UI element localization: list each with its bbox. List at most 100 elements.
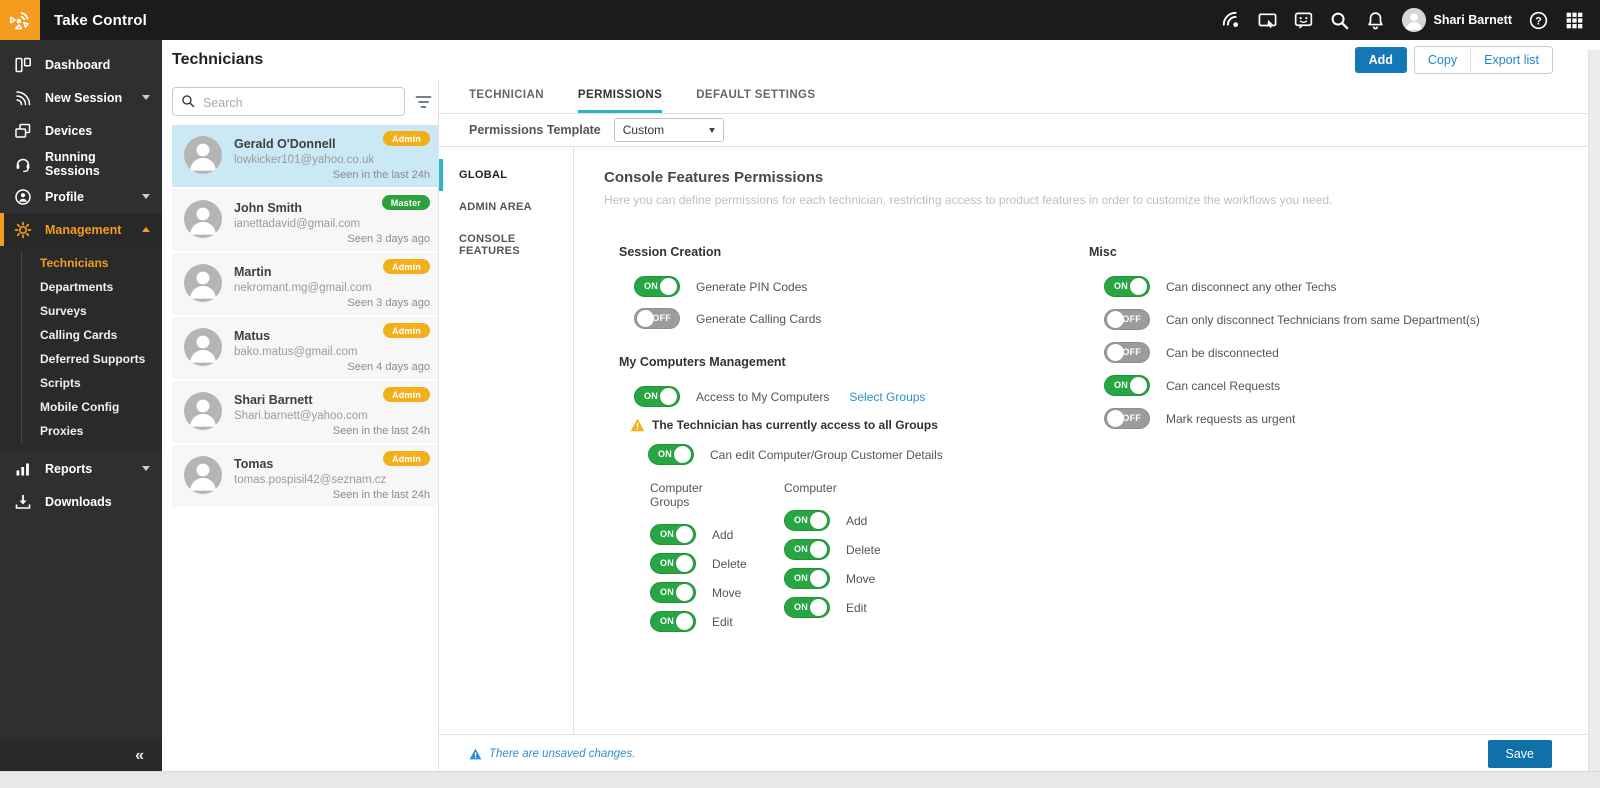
avatar	[184, 264, 222, 302]
sidebar-subitem[interactable]: Deferred Supports	[22, 347, 162, 371]
remote-screen-icon[interactable]	[1258, 11, 1277, 30]
session-creation-title: Session Creation	[619, 245, 722, 259]
toggle-switch[interactable]: ON	[784, 597, 830, 618]
sidebar-subitem[interactable]: Proxies	[22, 419, 162, 443]
sidebar-subitem[interactable]: Calling Cards	[22, 323, 162, 347]
sidebar-subitem[interactable]: Scripts	[22, 371, 162, 395]
app-title: Take Control	[54, 11, 147, 29]
toggle-switch[interactable]: ON	[784, 539, 830, 560]
feedback-icon[interactable]	[1294, 11, 1313, 30]
toggle-label: Add	[712, 527, 734, 542]
permissions-template-select[interactable]: Custom	[613, 118, 724, 142]
bottom-strip	[0, 771, 1600, 788]
tab[interactable]: TECHNICIAN	[469, 80, 544, 113]
toggle-switch[interactable]: OFF	[1104, 309, 1150, 330]
toggle-switch[interactable]: ON	[650, 582, 696, 603]
notifications-icon[interactable]	[1366, 11, 1385, 30]
toggle-switch[interactable]: ON	[634, 386, 680, 407]
sidebar-item-profile[interactable]: Profile	[0, 180, 162, 213]
toggle-switch[interactable]: OFF	[634, 308, 680, 329]
subnav-item[interactable]: CONSOLE FEATURES	[439, 223, 573, 267]
technician-email: bako.matus@gmail.com	[234, 346, 358, 358]
sidebar-subitem[interactable]: Mobile Config	[22, 395, 162, 419]
role-badge: Admin	[383, 387, 430, 402]
sidebar-subitem[interactable]: Technicians	[22, 251, 162, 275]
select-groups-link[interactable]: Select Groups	[849, 390, 925, 404]
role-badge: Admin	[383, 323, 430, 338]
technician-list-item[interactable]: Master John Smith ianettadavid@gmail.com…	[172, 189, 438, 251]
app-logo[interactable]	[0, 0, 40, 40]
last-seen: Seen 4 days ago	[347, 361, 430, 373]
technicians-list-panel: Admin Gerald O'Donnell lowkicker101@yaho…	[162, 80, 438, 772]
new-session-icon	[14, 89, 32, 107]
search-icon[interactable]	[1330, 11, 1349, 30]
technician-list-item[interactable]: Admin Tomas tomas.pospisil42@seznam.cz S…	[172, 445, 438, 507]
tab[interactable]: DEFAULT SETTINGS	[696, 80, 815, 113]
toggle-switch[interactable]: ON	[784, 568, 830, 589]
toggle-row: ON Delete	[604, 553, 747, 574]
toggle-label: Can be disconnected	[1166, 345, 1279, 360]
user-avatar	[1401, 8, 1426, 32]
apps-grid-icon[interactable]	[1565, 11, 1584, 30]
user-menu[interactable]: Shari Barnett	[1401, 8, 1512, 32]
toggle-switch[interactable]: OFF	[1104, 408, 1150, 429]
filter-icon[interactable]	[415, 94, 432, 110]
permissions-subnav: GLOBAL ADMIN AREA CONSOLE FEATURES	[439, 147, 574, 734]
sidebar-item-downloads[interactable]: Downloads	[0, 485, 162, 518]
toggle-row: ON Edit	[738, 597, 872, 618]
sidebar-collapse-button[interactable]: «	[0, 740, 162, 772]
sidebar-item-reports[interactable]: Reports	[0, 452, 162, 485]
subnav-item[interactable]: GLOBAL	[439, 159, 573, 191]
avatar	[184, 392, 222, 430]
add-button[interactable]: Add	[1354, 47, 1407, 73]
last-seen: Seen in the last 24h	[332, 169, 430, 181]
search-row	[172, 80, 438, 125]
signal-icon[interactable]	[1222, 11, 1241, 30]
sidebar-item-dashboard[interactable]: Dashboard	[0, 48, 162, 81]
sidebar-subitem[interactable]: Surveys	[22, 299, 162, 323]
sidebar-item-management[interactable]: Management	[0, 213, 162, 246]
sidebar-item-devices[interactable]: Devices	[0, 114, 162, 147]
technician-list-item[interactable]: Admin Matus bako.matus@gmail.com Seen 4 …	[172, 317, 438, 379]
toggle-label: Can disconnect any other Techs	[1166, 279, 1337, 294]
sidebar-item-label: Profile	[45, 189, 84, 204]
toggle-switch[interactable]: ON	[650, 553, 696, 574]
technician-list-item[interactable]: Admin Shari Barnett Shari.barnett@yahoo.…	[172, 381, 438, 443]
toggle-label: Can cancel Requests	[1166, 378, 1281, 393]
toggle-label: Edit	[712, 614, 733, 629]
toggle-switch[interactable]: ON	[1104, 276, 1150, 297]
scrollbar-track[interactable]	[1588, 50, 1600, 772]
toggle-switch[interactable]: ON	[634, 276, 680, 297]
save-button[interactable]: Save	[1487, 739, 1552, 768]
search-input[interactable]	[201, 88, 402, 117]
export-list-button[interactable]: Export list	[1470, 47, 1552, 73]
toggle-switch[interactable]: ON	[1104, 375, 1150, 396]
misc-column: Misc ON Can disconnect any other Techs O…	[1074, 231, 1588, 640]
technician-list-item[interactable]: Admin Gerald O'Donnell lowkicker101@yaho…	[172, 125, 438, 187]
toggle-label: Can only disconnect Technicians from sam…	[1166, 312, 1480, 327]
secondary-button-group: Copy Export list	[1413, 46, 1553, 74]
last-seen: Seen 3 days ago	[347, 233, 430, 245]
toggle-switch[interactable]: ON	[650, 611, 696, 632]
unsaved-warning-icon	[469, 748, 482, 759]
technician-list-item[interactable]: Admin Martin nekromant.mg@gmail.com Seen…	[172, 253, 438, 315]
sidebar-item-new-session[interactable]: New Session	[0, 81, 162, 114]
sidebar-subitem[interactable]: Departments	[22, 275, 162, 299]
toggle-label: Edit	[846, 600, 867, 615]
toggle-label: Move	[712, 585, 742, 600]
toggle-row: ON Can edit Computer/Group Customer Deta…	[604, 444, 1074, 465]
session-creation-toggles: ON Generate PIN Codes OFF Generate Calli…	[604, 276, 1074, 329]
subnav-item[interactable]: ADMIN AREA	[439, 191, 573, 223]
topbar: Take Control Shari Barnett ?	[0, 0, 1600, 40]
toggle-switch[interactable]: ON	[784, 510, 830, 531]
toggle-switch[interactable]: ON	[650, 524, 696, 545]
detail-tabs: TECHNICIAN PERMISSIONS DEFAULT SETTINGS	[439, 80, 1588, 114]
toggle-switch[interactable]: OFF	[1104, 342, 1150, 363]
groups-warning: The Technician has currently access to a…	[604, 418, 1074, 432]
copy-button[interactable]: Copy	[1415, 47, 1470, 73]
tab[interactable]: PERMISSIONS	[577, 80, 663, 113]
toggle-switch[interactable]: ON	[648, 444, 694, 465]
help-icon[interactable]: ?	[1529, 11, 1548, 30]
sidebar-item-running-sessions[interactable]: Running Sessions	[0, 147, 162, 180]
sidebar: Dashboard New Session Devices Running Se…	[0, 40, 162, 772]
